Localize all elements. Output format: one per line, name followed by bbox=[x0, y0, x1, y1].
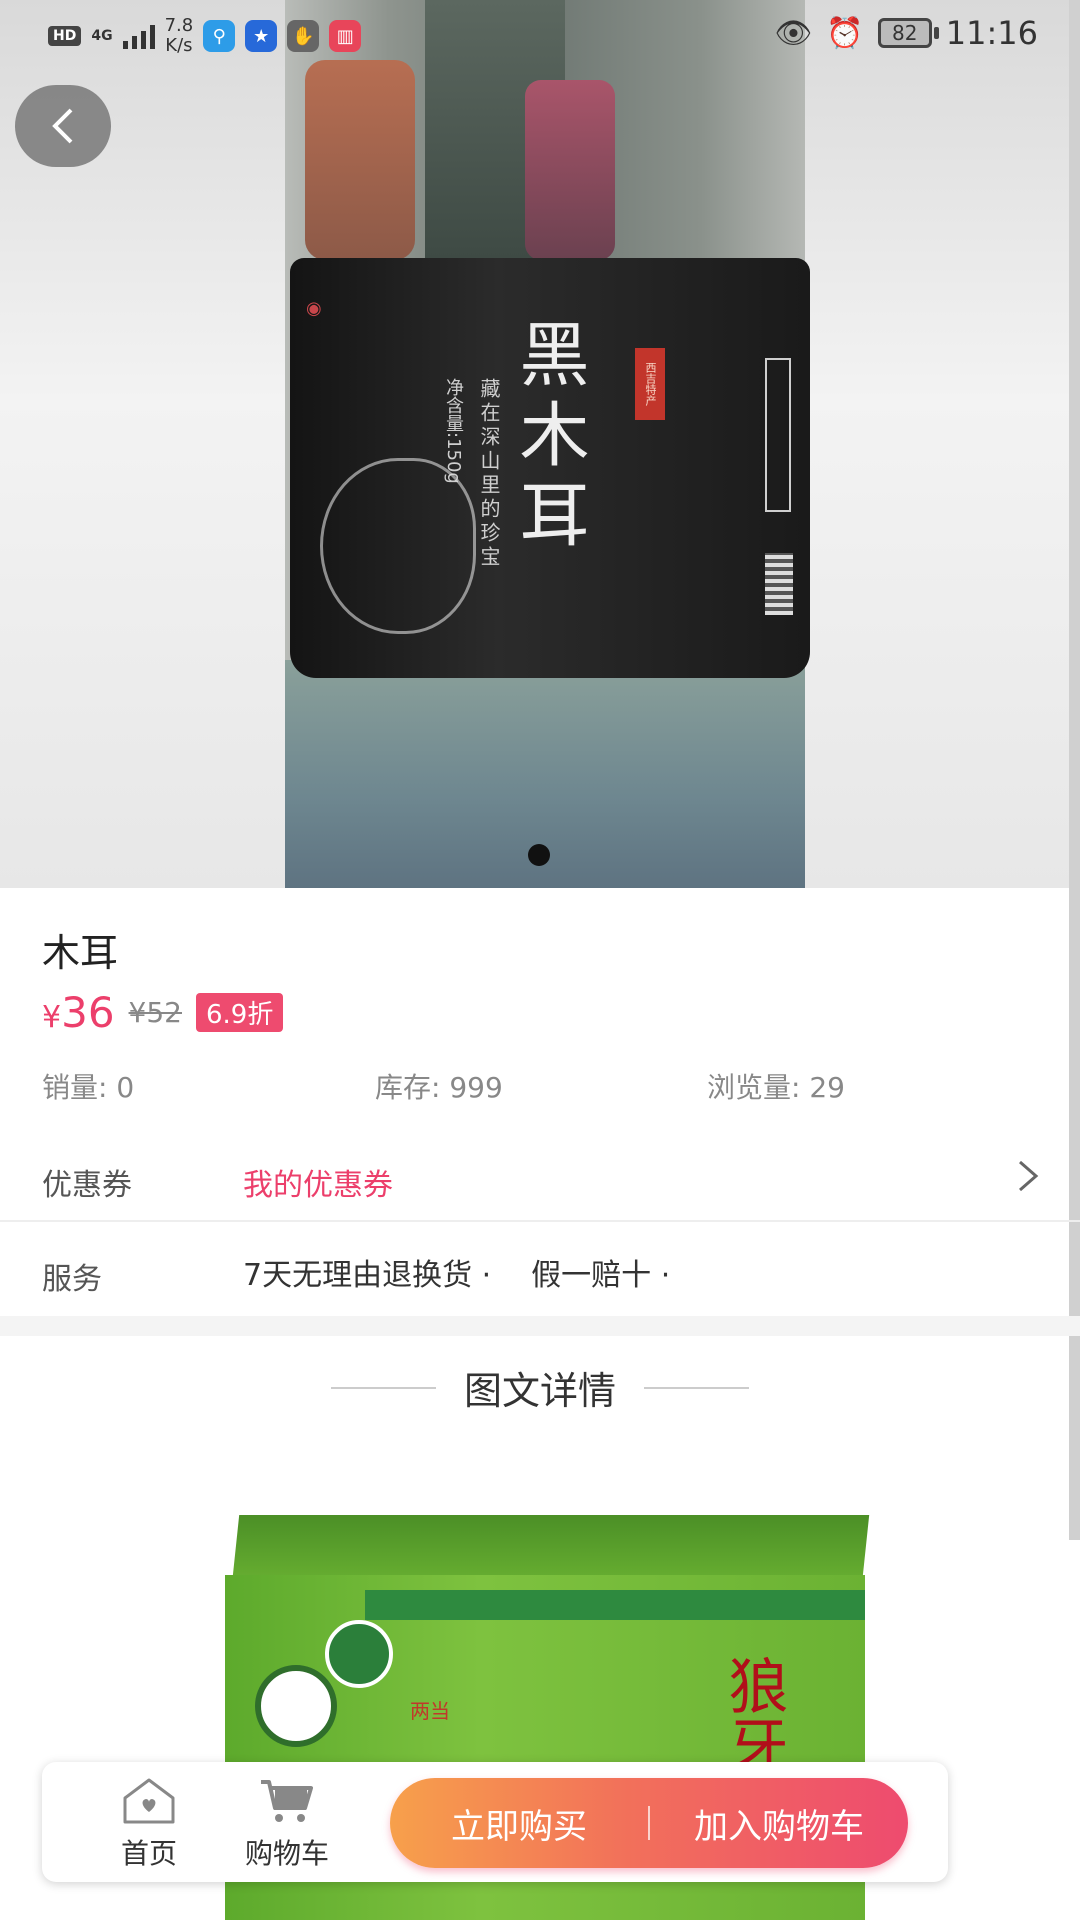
divider-line bbox=[644, 1386, 749, 1389]
original-price: ¥52 bbox=[128, 996, 182, 1029]
star-app-icon: ★ bbox=[245, 20, 278, 52]
battery-icon: 82 bbox=[877, 18, 939, 48]
product-name: 木耳 bbox=[42, 931, 119, 975]
service-item: 7天无理由退换货 · bbox=[243, 1258, 492, 1293]
service-row: 服务 7天无理由退换货 · 假一赔十 · bbox=[0, 1222, 1080, 1316]
chevron-right-icon bbox=[1019, 1160, 1039, 1192]
carousel-dot-active[interactable] bbox=[528, 844, 550, 866]
box-badge bbox=[255, 1665, 337, 1747]
jar-label-subtitle: 藏在深山里的珍宝 bbox=[477, 378, 501, 570]
chevron-left-icon bbox=[52, 108, 73, 144]
hd-icon: HD bbox=[48, 26, 82, 46]
stock-count: 库存: 999 bbox=[375, 1071, 503, 1104]
book-app-icon: ▥ bbox=[329, 20, 362, 52]
divider-line bbox=[330, 1386, 436, 1389]
purchase-button-group: 立即购买 加入购物车 bbox=[390, 1778, 908, 1868]
service-item: 假一赔十 · bbox=[531, 1258, 671, 1293]
back-button[interactable] bbox=[15, 85, 111, 167]
hand-app-icon: ✋ bbox=[287, 20, 320, 52]
jar-side-text bbox=[765, 358, 791, 512]
qr-code bbox=[765, 553, 793, 615]
green-food-logo bbox=[325, 1620, 393, 1688]
coupon-label: 优惠券 bbox=[42, 1168, 132, 1203]
alarm-icon: ⏰ bbox=[826, 15, 864, 51]
home-label: 首页 bbox=[120, 1837, 177, 1870]
details-heading: 图文详情 bbox=[0, 1360, 1080, 1415]
mushroom-illustration bbox=[320, 458, 476, 634]
signal-icon bbox=[122, 23, 155, 49]
home-icon bbox=[123, 1778, 175, 1824]
box-stripe bbox=[365, 1590, 865, 1620]
service-label: 服务 bbox=[42, 1262, 102, 1297]
buy-now-button[interactable]: 立即购买 bbox=[390, 1799, 648, 1848]
discount-badge: 6.9折 bbox=[196, 993, 284, 1032]
clock: 11:16 bbox=[945, 14, 1038, 52]
jar-brand-mark: ◉ bbox=[306, 298, 322, 319]
product-image-carousel[interactable]: ◉ 黑木耳 藏在深山里的珍宝 净含量:150g 西吉特产 bbox=[0, 0, 1080, 888]
details-title: 图文详情 bbox=[463, 1369, 616, 1413]
service-items: 7天无理由退换货 · 假一赔十 · bbox=[243, 1250, 710, 1294]
jar-label: ◉ 黑木耳 藏在深山里的珍宝 净含量:150g 西吉特产 bbox=[290, 258, 810, 678]
home-button[interactable]: 首页 bbox=[94, 1776, 204, 1872]
jar-label-title: 黑木耳 bbox=[508, 318, 590, 558]
eye-icon: 👁 bbox=[774, 15, 813, 51]
jar-content-red bbox=[305, 60, 415, 260]
sales-count: 销量: 0 bbox=[42, 1071, 135, 1104]
network-speed: 7.8 K/s bbox=[164, 15, 194, 56]
current-price: ¥36 bbox=[42, 988, 115, 1037]
price-row: ¥36 ¥52 6.9折 bbox=[42, 988, 284, 1037]
jar-label-seal: 西吉特产 bbox=[635, 348, 665, 420]
jar-content-pink bbox=[525, 80, 615, 260]
add-to-cart-button[interactable]: 加入购物车 bbox=[650, 1799, 908, 1848]
cart-icon bbox=[261, 1780, 313, 1822]
my-coupons-link[interactable]: 我的优惠券 bbox=[243, 1160, 393, 1204]
cart-button[interactable]: 购物车 bbox=[232, 1776, 342, 1872]
search-app-icon: ⚲ bbox=[203, 20, 236, 52]
status-bar: HD 4G 7.8 K/s ⚲ ★ ✋ ▥ 👁 ⏰ 82 11:16 bbox=[0, 0, 1080, 70]
cart-label: 购物车 bbox=[244, 1837, 329, 1870]
bottom-action-bar: 首页 购物车 立即购买 加入购物车 bbox=[42, 1762, 948, 1882]
box-brand: 两当 bbox=[410, 1699, 450, 1723]
coupon-row[interactable]: 优惠券 我的优惠券 bbox=[0, 1130, 1080, 1222]
section-divider bbox=[0, 1316, 1080, 1336]
network-type: 4G bbox=[91, 28, 113, 44]
view-count: 浏览量: 29 bbox=[707, 1071, 845, 1104]
